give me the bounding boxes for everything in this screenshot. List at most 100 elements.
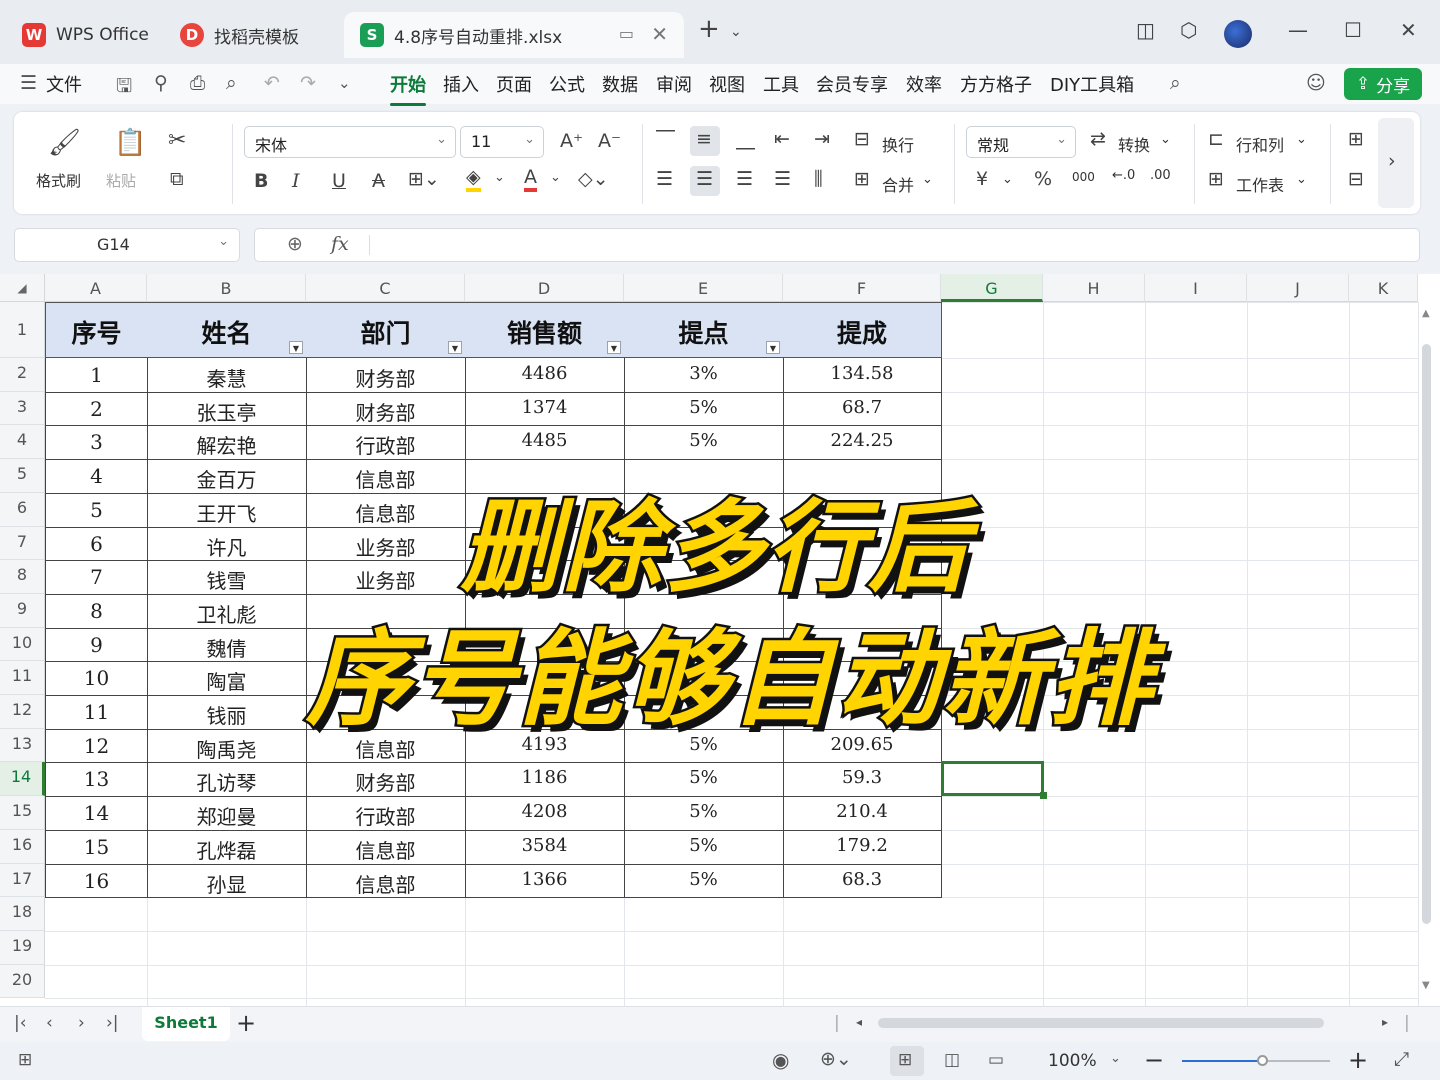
merge-button[interactable]: 合并 xyxy=(882,172,914,196)
border-icon[interactable]: ⊞⌄ xyxy=(408,168,440,190)
table-cell[interactable]: 5 xyxy=(45,493,148,528)
table-cell[interactable]: 179.2 xyxy=(783,830,942,865)
bold-button[interactable]: B xyxy=(254,170,268,192)
row-header-1[interactable]: 1 xyxy=(0,302,45,358)
box-icon[interactable]: ⬡ xyxy=(1180,18,1197,42)
menu-data[interactable]: 数据 xyxy=(602,71,638,97)
copy-icon[interactable]: ⧉ xyxy=(170,168,184,190)
row-header-11[interactable]: 11 xyxy=(0,661,45,695)
table-header-cell[interactable]: 姓名 ▼ xyxy=(147,302,307,358)
chevron-down-icon[interactable]: ⌄ xyxy=(1296,132,1307,147)
table-style-icon[interactable]: ⊞ xyxy=(1348,128,1364,150)
table-cell[interactable]: 解宏艳 xyxy=(147,425,307,460)
row-header-17[interactable]: 17 xyxy=(0,864,45,897)
worksheet-button[interactable]: 工作表 xyxy=(1236,172,1284,196)
table-cell[interactable]: 7 xyxy=(45,560,148,595)
table-cell[interactable]: 王开飞 xyxy=(147,493,307,528)
table-cell[interactable]: 财务部 xyxy=(306,358,466,393)
table-cell[interactable]: 张玉亭 xyxy=(147,392,307,426)
row-header-14[interactable]: 14 xyxy=(0,762,45,796)
layout-icon[interactable]: ◫ xyxy=(1136,18,1155,42)
scrollbar-thumb[interactable] xyxy=(1422,344,1431,924)
menu-view[interactable]: 视图 xyxy=(709,71,745,97)
select-all-corner[interactable]: ◢ xyxy=(0,274,45,302)
column-header-i[interactable]: I xyxy=(1145,274,1247,302)
share-link-icon[interactable]: ⚲ xyxy=(154,72,168,94)
column-header-h[interactable]: H xyxy=(1043,274,1145,302)
table-header-cell[interactable]: 提点 ▼ xyxy=(624,302,784,358)
zoom-level[interactable]: 100% xyxy=(1048,1051,1097,1071)
justify-icon[interactable]: ☰ xyxy=(774,168,791,190)
eye-protection-icon[interactable]: ◉ xyxy=(772,1048,789,1072)
table-cell[interactable]: 1366 xyxy=(465,864,625,898)
comment-icon[interactable]: ☺ xyxy=(1306,72,1326,94)
align-top-icon[interactable]: ⎺ xyxy=(656,128,675,150)
table-cell[interactable]: 郑迎曼 xyxy=(147,796,307,831)
filter-dropdown-icon[interactable]: ▼ xyxy=(607,341,621,354)
chevron-down-icon[interactable]: ⌄ xyxy=(494,170,505,185)
table-cell[interactable]: 1186 xyxy=(465,762,625,797)
table-cell[interactable]: 14 xyxy=(45,796,148,831)
print-preview-icon[interactable]: ⌕ xyxy=(226,72,237,94)
menu-formula[interactable]: 公式 xyxy=(549,71,585,97)
chevron-down-icon[interactable]: ⌄ xyxy=(922,172,933,187)
table-cell[interactable]: 68.7 xyxy=(783,392,942,426)
chevron-down-icon[interactable]: ⌄ xyxy=(1296,172,1307,187)
chevron-down-icon[interactable]: ⌄ xyxy=(550,170,561,185)
font-name-select[interactable]: 宋体 ⌄ xyxy=(244,126,456,158)
clear-format-icon[interactable]: ◇⌄ xyxy=(578,168,609,190)
table-cell[interactable]: 5% xyxy=(624,830,784,865)
convert-icon[interactable]: ⇄ xyxy=(1090,128,1106,150)
row-header-4[interactable]: 4 xyxy=(0,425,45,459)
name-box[interactable]: G14 ⌄ xyxy=(14,228,240,262)
decrease-indent-icon[interactable]: ⇤ xyxy=(774,128,790,150)
menu-home[interactable]: 开始 xyxy=(390,71,426,106)
column-header-g[interactable]: G xyxy=(941,274,1043,302)
table-cell[interactable]: 134.58 xyxy=(783,358,942,393)
align-right-icon[interactable]: ☰ xyxy=(736,168,753,190)
tab-docer-templates[interactable]: D 找稻壳模板 xyxy=(164,12,336,58)
table-cell[interactable]: 5% xyxy=(624,762,784,797)
table-cell[interactable]: 1374 xyxy=(465,392,625,426)
page-layout-icon[interactable]: ◫ xyxy=(944,1050,960,1070)
column-header-a[interactable]: A xyxy=(45,274,147,302)
worksheet-icon[interactable]: ⊞ xyxy=(1208,168,1224,190)
row-header-12[interactable]: 12 xyxy=(0,695,45,729)
row-header-3[interactable]: 3 xyxy=(0,392,45,425)
print-icon[interactable]: ⎙ xyxy=(190,72,205,94)
table-cell[interactable]: 信息部 xyxy=(306,864,466,898)
row-header-15[interactable]: 15 xyxy=(0,796,45,830)
locate-icon[interactable]: ⊕⌄ xyxy=(820,1048,852,1070)
zoom-slider-knob[interactable] xyxy=(1257,1055,1269,1066)
row-header-18[interactable]: 18 xyxy=(0,897,45,931)
menu-efficiency[interactable]: 效率 xyxy=(906,71,942,97)
table-cell[interactable]: 5% xyxy=(624,392,784,426)
row-header-8[interactable]: 8 xyxy=(0,560,45,594)
row-header-5[interactable]: 5 xyxy=(0,459,45,493)
table-cell[interactable]: 行政部 xyxy=(306,425,466,460)
row-header-13[interactable]: 13 xyxy=(0,729,45,762)
strikethrough-button[interactable]: A xyxy=(372,170,385,192)
table-cell[interactable]: 15 xyxy=(45,830,148,865)
table-cell[interactable]: 68.3 xyxy=(783,864,942,898)
font-size-select[interactable]: 11 ⌄ xyxy=(460,126,544,158)
table-cell[interactable]: 孔烨磊 xyxy=(147,830,307,865)
new-tab-icon[interactable]: + xyxy=(698,14,720,44)
table-cell[interactable]: 信息部 xyxy=(306,493,466,528)
active-cell[interactable] xyxy=(941,761,1044,796)
fill-handle[interactable] xyxy=(1040,792,1047,799)
italic-button[interactable]: I xyxy=(292,170,300,192)
scroll-down-icon[interactable]: ▼ xyxy=(1422,980,1430,991)
table-cell[interactable]: 金百万 xyxy=(147,459,307,494)
align-center-icon[interactable]: ☰ xyxy=(696,168,713,190)
align-left-icon[interactable]: ☰ xyxy=(656,168,673,190)
underline-button[interactable]: U xyxy=(332,170,346,192)
table-cell[interactable]: 3584 xyxy=(465,830,625,865)
filter-dropdown-icon[interactable]: ▼ xyxy=(448,341,462,354)
align-bottom-icon[interactable]: ⎽ xyxy=(736,128,755,150)
table-cell[interactable]: 12 xyxy=(45,729,148,763)
menu-insert[interactable]: 插入 xyxy=(443,71,479,97)
currency-button[interactable]: ¥ xyxy=(976,168,988,190)
column-header-k[interactable]: K xyxy=(1349,274,1418,302)
thousands-button[interactable]: 000 xyxy=(1072,170,1095,184)
